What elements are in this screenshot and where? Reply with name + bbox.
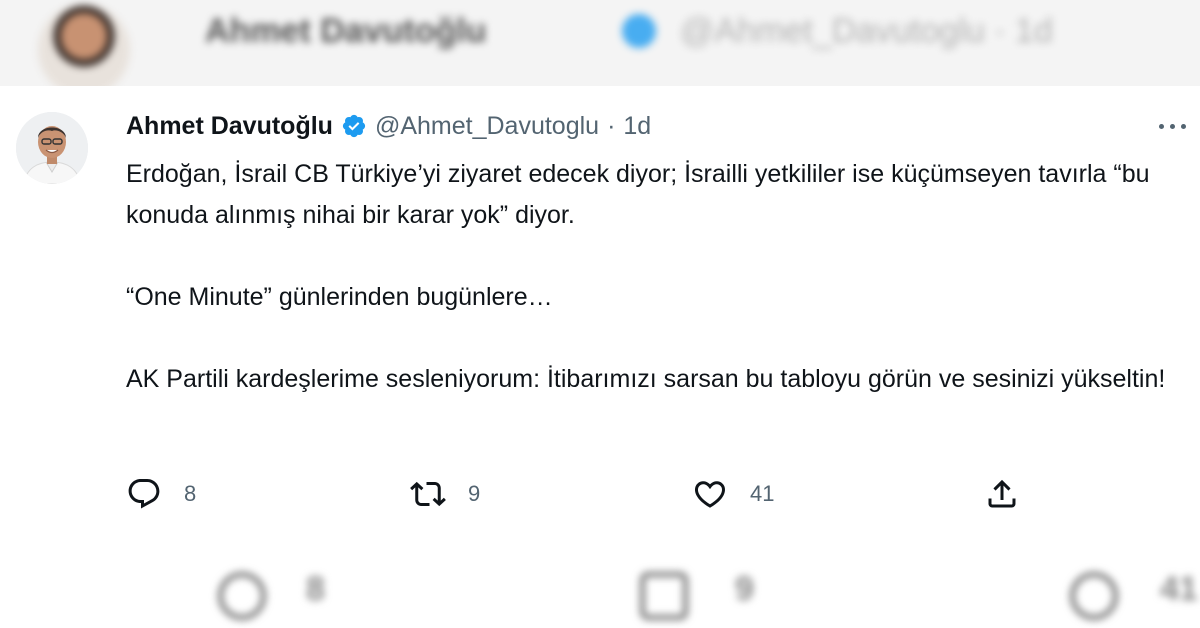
blurred-reply-count: 8 — [306, 570, 325, 608]
blurred-author-name: Ahmet Davutoğlu — [205, 12, 487, 50]
tweet-header: Ahmet Davutoğlu @Ahmet_Davutoglu · 1d — [126, 110, 651, 142]
blurred-previous-tweet: Ahmet Davutoğlu @Ahmet_Davutoglu · 1d — [0, 0, 1200, 86]
tweet-time[interactable]: 1d — [623, 112, 651, 141]
more-icon — [1158, 123, 1164, 129]
time-separator: · — [607, 111, 616, 140]
tweet-card[interactable]: Ahmet Davutoğlu @Ahmet_Davutoglu · 1d Er… — [0, 86, 1200, 548]
heart-icon — [694, 481, 726, 508]
like-button[interactable]: 41 — [692, 472, 774, 516]
reply-count: 8 — [184, 481, 197, 506]
blurred-retweet-icon — [640, 572, 688, 620]
retweet-button[interactable]: 9 — [410, 472, 480, 516]
blurred-like-count: 41 — [1160, 570, 1198, 608]
author-name[interactable]: Ahmet Davutoğlu — [126, 112, 333, 141]
retweet-icon — [410, 481, 446, 507]
blurred-retweet-count: 9 — [735, 570, 754, 608]
reply-button[interactable]: 8 — [126, 472, 196, 516]
tweet-paragraph: “One Minute” günlerinden bugünlere… — [126, 283, 553, 311]
share-button[interactable] — [984, 472, 1020, 516]
avatar[interactable] — [16, 112, 88, 184]
author-handle[interactable]: @Ahmet_Davutoglu — [375, 112, 599, 141]
tweet-actions: 8 9 41 — [126, 472, 1186, 516]
like-count: 41 — [750, 481, 775, 506]
blurred-next-tweet-actions: 8 9 41 — [0, 548, 1200, 628]
tweet-text: Erdoğan, İsrail CB Türkiye’yi ziyaret ed… — [126, 154, 1186, 400]
blurred-handle: @Ahmet_Davutoglu · 1d — [680, 12, 1053, 50]
share-icon — [988, 479, 1016, 508]
verified-badge-icon — [341, 113, 367, 139]
reply-icon — [128, 479, 160, 509]
blurred-verified-icon — [622, 14, 656, 48]
more-options-button[interactable] — [1150, 114, 1194, 138]
tweet-paragraph: Erdoğan, İsrail CB Türkiye’yi ziyaret ed… — [126, 160, 1150, 229]
blurred-avatar — [38, 4, 130, 86]
blurred-reply-icon — [218, 572, 266, 620]
retweet-count: 9 — [468, 481, 481, 506]
tweet-paragraph: AK Partili kardeşlerime sesleniyorum: İt… — [126, 365, 1166, 393]
blurred-heart-icon — [1070, 572, 1118, 620]
